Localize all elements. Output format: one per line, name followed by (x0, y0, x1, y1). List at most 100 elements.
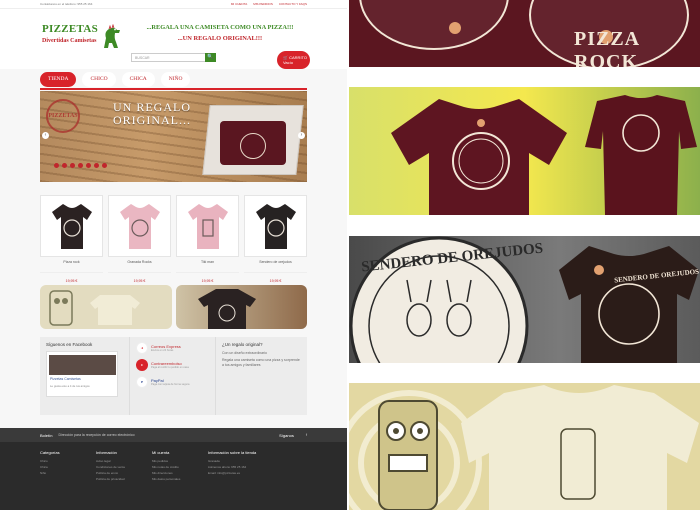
newsletter-input[interactable]: Dirección para la recepción de correo el… (58, 433, 134, 437)
product-image[interactable] (176, 195, 239, 257)
slider-dot[interactable] (70, 163, 75, 168)
slider-dot[interactable] (102, 163, 107, 168)
slider-dot[interactable] (54, 163, 59, 168)
product-image[interactable] (108, 195, 171, 257)
model-illustration (585, 95, 697, 215)
product-price: 19,95 € (108, 272, 171, 283)
slider-dot[interactable] (62, 163, 67, 168)
product-name[interactable]: Tiki man (176, 260, 239, 270)
dinosaur-icon (104, 24, 120, 48)
tab-tienda[interactable]: TIENDA (40, 72, 77, 87)
footer-link[interactable]: Mis pedidos (152, 459, 192, 463)
slider-dot[interactable] (86, 163, 91, 168)
payment-option: ➜ Correos Express Envíos en 24 horas (136, 342, 209, 354)
hero-slider[interactable]: PIZZETAS UN REGALO ORIGINAL... ‹ › (40, 91, 307, 182)
tshirt-icon (52, 204, 92, 249)
footer-link[interactable]: Política de privacidad (96, 477, 136, 481)
product-price: 19,95 € (40, 272, 103, 283)
slider-next-button[interactable]: › (298, 132, 305, 139)
facebook-cover (49, 355, 116, 375)
logo[interactable]: PIZZETAS Divertidas Camisetas (40, 22, 122, 58)
payment-sub: Envíos en 24 horas (151, 349, 174, 352)
product-price: 19,95 € (176, 272, 239, 283)
footer-link[interactable]: Mis direcciones (152, 471, 192, 475)
tab-chico[interactable]: CHICO (82, 72, 116, 87)
newsletter-label: Boletín (40, 432, 53, 438)
slider-caption-line-2: ORIGINAL... (113, 113, 191, 127)
tiki-illustration (49, 290, 140, 326)
slogan: ...REGALA UNA CAMISETA COMO UNA PIZZA!!!… (145, 22, 295, 44)
slider-dot[interactable] (94, 163, 99, 168)
logo-title: PIZZETAS (42, 23, 98, 35)
follow-label: Síganos (279, 432, 294, 438)
facebook-page-box[interactable]: Pizzetas Camisetas Le gusta esto a 4 de … (46, 351, 118, 397)
facebook-widget: Síguenos en Facebook Pizzetas Camisetas … (40, 337, 129, 415)
facebook-page-name[interactable]: Pizzetas Camisetas (50, 377, 81, 381)
slider-caption: UN REGALO ORIGINAL... (113, 101, 191, 127)
product-name[interactable]: Granada Rocks (108, 260, 171, 270)
facebook-icon[interactable]: f (306, 433, 307, 437)
footer-link[interactable]: Política de envío (96, 471, 136, 475)
footer-link[interactable]: Mis datos personales (152, 477, 192, 481)
store-email[interactable]: Email: info@pizzetas.es (208, 471, 303, 475)
paypal-icon: P (136, 376, 148, 388)
cart-button[interactable]: 🛒 CARRITO Vacío (277, 51, 310, 69)
product-name[interactable]: Sendero de orejudos (244, 260, 307, 270)
tshirt-icon (188, 204, 228, 249)
footer-col-store-info: Información sobre la tienda Granada Llám… (208, 450, 303, 510)
payment-widget: ➜ Correos Express Envíos en 24 horas € Co… (129, 337, 216, 415)
cart-status: Vacío (283, 60, 293, 65)
info-widgets: Síguenos en Facebook Pizzetas Camisetas … (40, 337, 307, 415)
product-card[interactable]: Granada Rocks 19,95 € (108, 195, 171, 283)
product-photos: PIZZA ROCK SENDERO DE OREJUDOS SENDERO D… (349, 0, 700, 510)
footer-col-account: Mi cuenta Mis pedidos Mis notas de crédi… (152, 450, 192, 510)
photo-shirts-yellow (349, 87, 700, 215)
footer-link[interactable]: Niño (40, 471, 80, 475)
footer-link[interactable]: Mis notas de crédito (152, 465, 192, 469)
footer-col-information: Información Aviso legal Condiciones de v… (96, 450, 136, 510)
my-account-link[interactable]: MI CUENTA (231, 2, 247, 6)
tab-chica[interactable]: CHICA (121, 72, 155, 87)
product-price: 19,95 € (244, 272, 307, 283)
search-input[interactable]: BUSCAR (131, 53, 216, 62)
footer-heading: Información sobre la tienda (208, 450, 257, 455)
product-image[interactable] (244, 195, 307, 257)
follow-us: Síganos f (279, 433, 307, 438)
footer-col-categories: Categorías Chico Chica Niño (40, 450, 80, 510)
facebook-note: Le gusta esto a 4 de tus amigos (50, 384, 90, 388)
shirt-illustration (391, 99, 567, 215)
shirt-print (240, 133, 266, 159)
tshirt-icon (120, 204, 160, 249)
photo-pizza-rock: PIZZA ROCK (349, 0, 700, 67)
gift-subtitle: Con un diseño extraordinario (222, 351, 267, 355)
promo-banner-tiki[interactable] (40, 285, 172, 329)
footer-link[interactable]: Condiciones de venta (96, 465, 136, 469)
store-homepage: Contáctanos en el teléfono: 955 25 164 M… (0, 0, 347, 510)
contact-phone: Contáctanos en el teléfono: 955 25 164 (40, 2, 93, 6)
product-card[interactable]: Pizza rock 19,95 € (40, 195, 103, 283)
slider-prev-button[interactable]: ‹ (42, 132, 49, 139)
product-card[interactable]: Tiki man 19,95 € (176, 195, 239, 283)
payment-sub: Paga al recibir tu pedido en casa (151, 366, 189, 369)
contact-link[interactable]: CONTACTO Y FAQS (279, 2, 307, 6)
photo-title: PIZZA ROCK (574, 28, 640, 67)
gift-title: ¿Un regalo original? (222, 342, 263, 347)
promo-banner-pizza-rock[interactable] (175, 285, 307, 329)
search-icon: 🔍 (207, 54, 214, 60)
page: Contáctanos en el teléfono: 955 25 164 M… (0, 0, 700, 510)
product-grid: Pizza rock 19,95 € Granada Rocks 19,95 €… (40, 195, 307, 283)
product-card[interactable]: Sendero de orejudos 19,95 € (244, 195, 307, 283)
my-orders-link[interactable]: MIS PEDIDOS (253, 2, 273, 6)
search-button[interactable]: 🔍 (205, 53, 216, 62)
slogan-line-1: ...REGALA UNA CAMISETA COMO UNA PIZZA!!! (146, 24, 294, 31)
slider-dot[interactable] (78, 163, 83, 168)
footer-link[interactable]: Aviso legal (96, 459, 136, 463)
footer-link[interactable]: Chico (40, 459, 80, 463)
tshirt-icon (256, 204, 296, 249)
tab-nino[interactable]: NIÑO (160, 72, 191, 87)
tiki-illustration (349, 385, 699, 510)
footer-heading: Categorías (40, 450, 60, 455)
footer-link[interactable]: Chica (40, 465, 80, 469)
product-name[interactable]: Pizza rock (40, 260, 103, 270)
product-image[interactable] (40, 195, 103, 257)
